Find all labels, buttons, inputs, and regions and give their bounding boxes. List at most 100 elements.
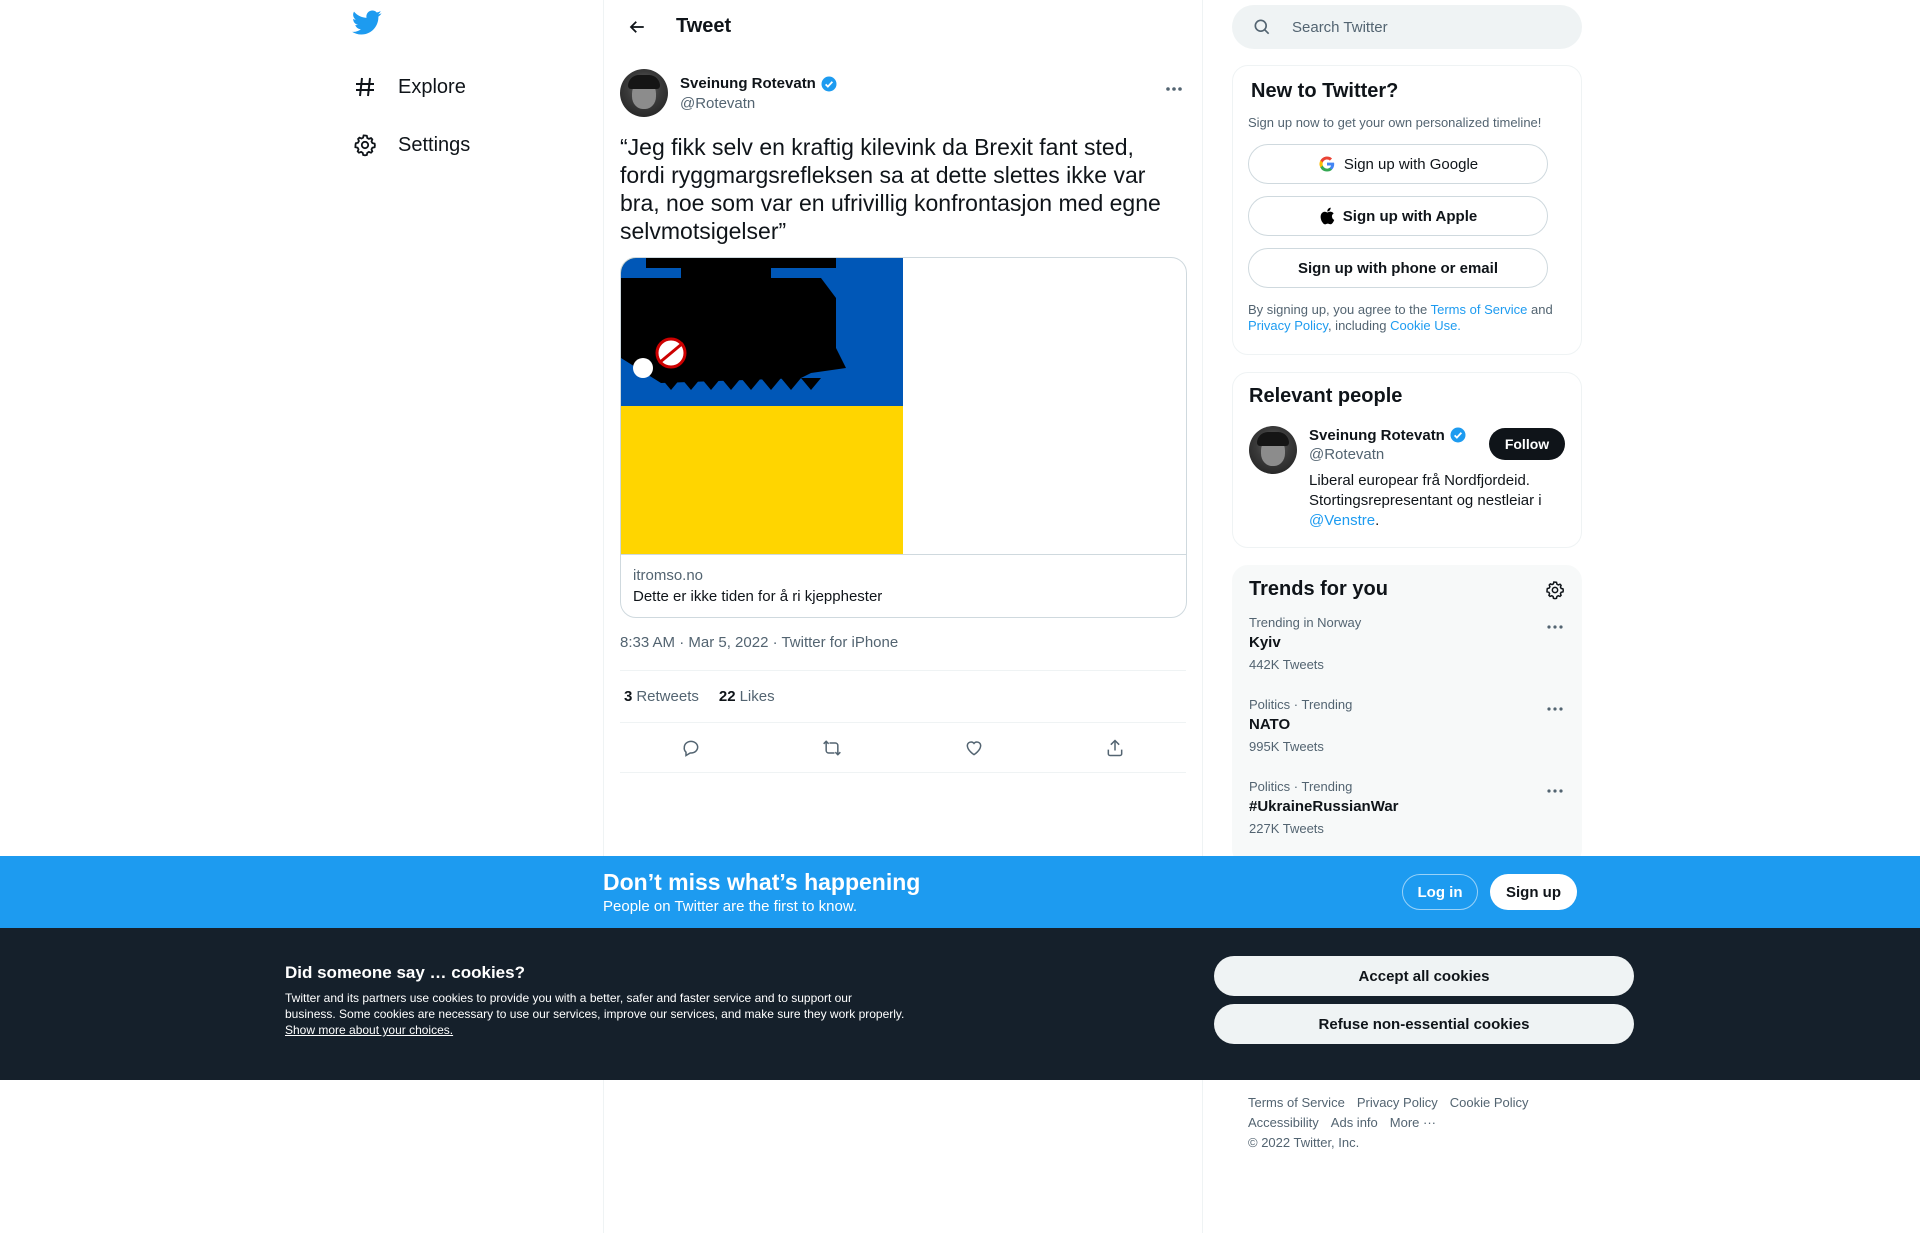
trend-count: 442K Tweets (1249, 657, 1324, 672)
trend-item[interactable]: Politics · Trending NATO 995K Tweets (1249, 697, 1565, 765)
card-title: Dette er ikke tiden for å ri kjepphester (633, 588, 883, 605)
trend-context: Trending in Norway (1249, 615, 1362, 630)
signup-apple-button[interactable]: Sign up with Apple (1248, 196, 1548, 236)
refuse-cookies-button[interactable]: Refuse non-essential cookies (1214, 1004, 1634, 1044)
card-image: NOMADS (621, 258, 1186, 554)
retweets-label: Retweets (636, 688, 699, 705)
prompt-subtitle: People on Twitter are the first to know. (603, 898, 858, 915)
twitter-bird-icon[interactable] (352, 10, 384, 42)
search-input[interactable] (1292, 18, 1552, 36)
likes-count: 22 (718, 688, 736, 705)
author-handle[interactable]: @Rotevatn (680, 95, 838, 112)
search-icon (1254, 19, 1270, 35)
cookie-use-link[interactable]: Cookie Use. (1390, 318, 1461, 333)
avatar[interactable] (1249, 426, 1297, 474)
privacy-link[interactable]: Privacy Policy (1248, 318, 1328, 333)
trend-name: #UkraineRussianWar (1249, 798, 1399, 815)
tweet-author: Sveinung Rotevatn @Rotevatn (620, 65, 1186, 121)
apple-icon (1320, 207, 1335, 225)
bio-end: . (1375, 512, 1380, 529)
nav-item-label: Explore (398, 75, 466, 98)
legal-text: By signing up, you agree to the (1248, 302, 1431, 317)
trend-item[interactable]: Politics · Trending #UkraineRussianWar 2… (1249, 779, 1565, 847)
like-icon[interactable] (957, 731, 991, 765)
footer-accessibility-link[interactable]: Accessibility (1248, 1115, 1319, 1130)
hashtag-icon (352, 74, 378, 100)
trends-panel: Trends for you Trending in Norway Kyiv 4… (1232, 565, 1582, 865)
nav-item-settings[interactable]: Settings (352, 123, 470, 167)
nav-item-explore[interactable]: Explore (352, 65, 466, 109)
signup-phone-label: Sign up with phone or email (1297, 259, 1498, 277)
cookie-title: Did someone say … cookies? (285, 963, 525, 982)
trend-count: 995K Tweets (1249, 739, 1324, 754)
person-name[interactable]: Sveinung Rotevatn (1309, 427, 1445, 444)
page-title: Tweet (676, 15, 732, 37)
bio-text: Liberal europear frå Nordfjordeid. Stort… (1309, 472, 1542, 509)
trend-context: Politics · Trending (1249, 697, 1353, 712)
tweet-stats: 3 Retweets 22 Likes (620, 670, 1186, 723)
person-bio: Liberal europear frå Nordfjordeid. Stort… (1309, 471, 1549, 531)
arrow-left-icon[interactable] (620, 10, 654, 44)
avatar[interactable] (620, 69, 668, 117)
trend-name: Kyiv (1249, 634, 1281, 651)
footer-cookie-link[interactable]: Cookie Policy (1450, 1095, 1529, 1110)
trend-count: 227K Tweets (1249, 821, 1324, 836)
trend-context: Politics · Trending (1249, 779, 1353, 794)
login-button[interactable]: Log in (1402, 874, 1478, 910)
panel-title: New to Twitter? (1251, 80, 1399, 102)
terms-link[interactable]: Terms of Service (1431, 302, 1528, 317)
search-bar[interactable] (1232, 5, 1582, 49)
signup-phone-email-button[interactable]: Sign up with phone or email (1248, 248, 1548, 288)
footer-more-link[interactable]: More ··· (1390, 1115, 1436, 1130)
page-header: Tweet (604, 0, 1202, 53)
likes-stat[interactable]: 22 Likes (719, 688, 775, 705)
footer-links: Terms of Service Privacy Policy Cookie Pol… (1248, 1093, 1568, 1153)
author-name[interactable]: Sveinung Rotevatn (680, 75, 816, 92)
legal-text: , including (1327, 318, 1391, 333)
cookie-banner: Did someone say … cookies? Twitter and i… (0, 928, 1920, 1080)
new-to-twitter-panel: New to Twitter? Sign up now to get your … (1232, 65, 1582, 355)
venstre-mention-link[interactable]: @Venstre (1309, 512, 1375, 529)
reply-icon[interactable] (674, 731, 708, 765)
retweets-stat[interactable]: 3 Retweets (624, 688, 699, 705)
signup-google-button[interactable]: Sign up with Google (1248, 144, 1548, 184)
more-options-icon[interactable] (1162, 77, 1186, 101)
signup-button[interactable]: Sign up (1490, 874, 1577, 910)
link-card[interactable]: NOMADS itromso.no Dette er ikke tiden fo… (620, 257, 1187, 618)
share-icon[interactable] (1098, 731, 1132, 765)
more-options-icon[interactable] (1545, 617, 1565, 637)
legal-text: and (1527, 302, 1553, 317)
cookie-choices-link[interactable]: Show more about your choices. (285, 1023, 453, 1037)
card-domain: itromso.no (633, 567, 704, 584)
footer-terms-link[interactable]: Terms of Service (1248, 1095, 1345, 1110)
cookie-body: Twitter and its partners use cookies to … (285, 991, 905, 1021)
trend-item[interactable]: Trending in Norway Kyiv 442K Tweets (1249, 615, 1565, 683)
signup-legal-text: By signing up, you agree to the Terms of… (1248, 302, 1566, 334)
tweet: Sveinung Rotevatn @Rotevatn “Jeg fikk se… (604, 65, 1202, 773)
signup-apple-label: Sign up with Apple (1342, 207, 1478, 225)
likes-label: Likes (739, 688, 775, 705)
gear-icon (352, 132, 378, 158)
relevant-people-panel: Relevant people Sveinung Rotevatn @Rotev… (1232, 372, 1582, 548)
tweet-actions (620, 723, 1186, 773)
accept-cookies-button[interactable]: Accept all cookies (1214, 956, 1634, 996)
more-options-icon[interactable] (1545, 699, 1565, 719)
cookie-text: Twitter and its partners use cookies to … (285, 990, 905, 1038)
tweet-text: “Jeg fikk selv en kraftig kilevink da Br… (620, 134, 1161, 244)
retweets-count: 3 (624, 688, 633, 705)
footer-privacy-link[interactable]: Privacy Policy (1357, 1095, 1438, 1110)
nav-item-label: Settings (398, 133, 471, 156)
gear-icon[interactable] (1545, 580, 1565, 600)
retweet-icon[interactable] (815, 731, 849, 765)
footer-ads-link[interactable]: Ads info (1331, 1115, 1378, 1130)
signup-prompt-bar: Don’t miss what’s happening People on Tw… (0, 856, 1920, 928)
tweet-timestamp[interactable]: 8:33 AM · Mar 5, 2022 · Twitter for iPho… (620, 634, 1186, 654)
panel-title: Trends for you (1249, 578, 1388, 600)
trend-name: NATO (1249, 716, 1291, 733)
verified-badge-icon (1450, 427, 1466, 443)
signup-google-label: Sign up with Google (1343, 155, 1479, 173)
more-options-icon[interactable] (1545, 781, 1565, 801)
relevant-person[interactable]: Sveinung Rotevatn @Rotevatn Liberal euro… (1249, 426, 1565, 531)
follow-button[interactable]: Follow (1489, 428, 1565, 460)
prompt-title: Don’t miss what’s happening (603, 869, 921, 895)
